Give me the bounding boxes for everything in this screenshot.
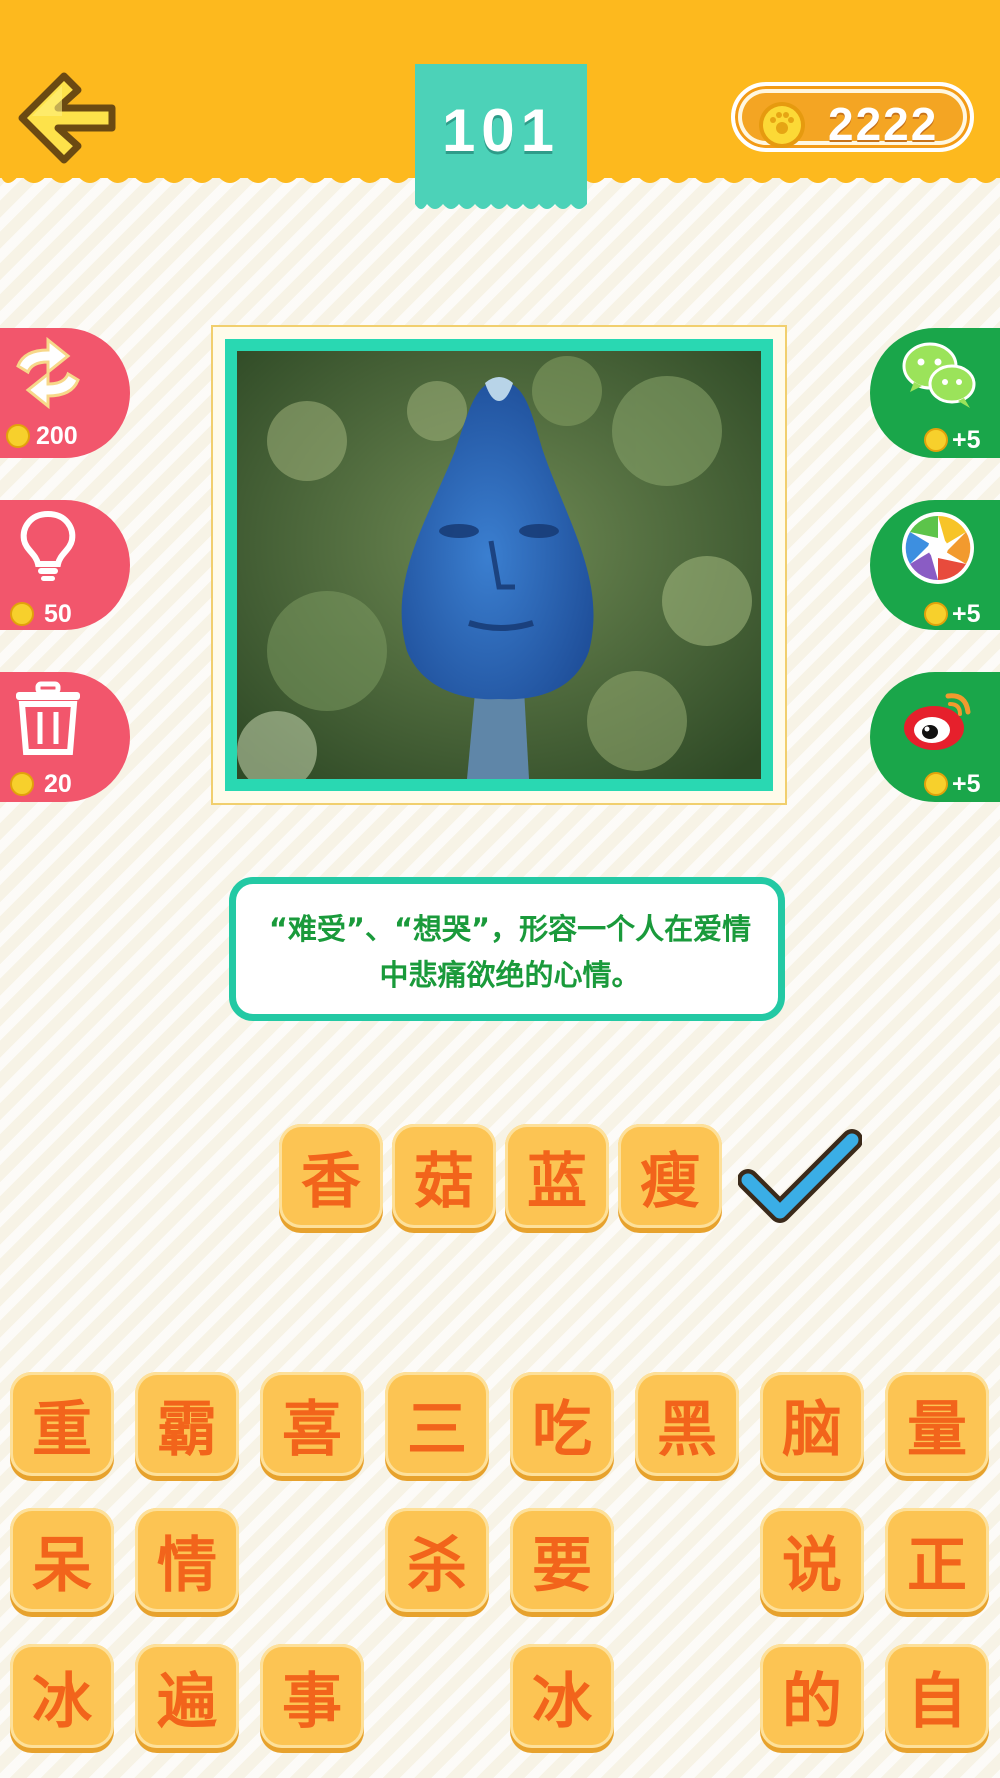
letter-tile[interactable]: 霸	[135, 1372, 239, 1476]
letter-tile[interactable]: 情	[135, 1508, 239, 1612]
wechat-reward: +5	[952, 426, 981, 454]
trash-icon	[16, 681, 80, 755]
answer-slot[interactable]: 瘦	[618, 1124, 722, 1228]
coin-icon	[924, 602, 948, 626]
letter-tile[interactable]: 事	[260, 1644, 364, 1748]
puzzle-image-frame	[211, 325, 787, 805]
answer-slot[interactable]: 菇	[392, 1124, 496, 1228]
moments-reward: +5	[952, 600, 981, 628]
coin-balance[interactable]: 2222	[731, 82, 974, 152]
coin-icon	[10, 602, 34, 626]
coin-pill-fill: 2222	[742, 93, 963, 150]
moments-aperture-icon	[902, 512, 974, 584]
remove-button[interactable]: 20	[0, 672, 130, 802]
hint-box: “难受”、“想哭”，形容一个人在爱情中悲痛欲绝的心情。	[229, 877, 785, 1021]
swap-arrows-icon	[16, 336, 80, 410]
letter-tile[interactable]: 脑	[760, 1372, 864, 1476]
share-wechat-button[interactable]: +5	[870, 328, 1000, 458]
letter-tile[interactable]: 要	[510, 1508, 614, 1612]
letter-tile[interactable]: 喜	[260, 1372, 364, 1476]
gold-coin-icon	[759, 102, 805, 148]
refresh-cost: 200	[36, 422, 78, 450]
checkmark-icon	[738, 1129, 862, 1223]
lightbulb-icon	[20, 510, 76, 581]
coin-icon	[924, 772, 948, 796]
puzzle-image	[237, 351, 761, 779]
hint-button[interactable]: 50	[0, 500, 130, 630]
remove-cost: 20	[44, 770, 72, 798]
letter-tile[interactable]: 杀	[385, 1508, 489, 1612]
arrow-left-icon	[18, 72, 116, 164]
hint-cost: 50	[44, 600, 72, 628]
letter-tile[interactable]: 三	[385, 1372, 489, 1476]
letter-tile[interactable]: 黑	[635, 1372, 739, 1476]
share-weibo-button[interactable]: +5	[870, 672, 1000, 802]
letter-tile[interactable]: 重	[10, 1372, 114, 1476]
answer-slot[interactable]: 香	[279, 1124, 383, 1228]
coin-icon	[6, 424, 30, 448]
puzzle-image-border	[225, 339, 773, 791]
letter-tile[interactable]: 冰	[10, 1644, 114, 1748]
weibo-reward: +5	[952, 770, 981, 798]
coin-icon	[10, 772, 34, 796]
letter-tile[interactable]: 呆	[10, 1508, 114, 1612]
back-button[interactable]	[18, 72, 118, 172]
letter-tile[interactable]: 的	[760, 1644, 864, 1748]
level-number: 101	[441, 97, 561, 164]
refresh-button[interactable]: 200	[0, 328, 130, 458]
letter-tile[interactable]: 冰	[510, 1644, 614, 1748]
coin-count: 2222	[828, 98, 939, 150]
answer-slot[interactable]: 蓝	[505, 1124, 609, 1228]
share-moments-button[interactable]: +5	[870, 500, 1000, 630]
letter-tile[interactable]: 量	[885, 1372, 989, 1476]
letter-tile[interactable]: 吃	[510, 1372, 614, 1476]
letter-tile[interactable]: 自	[885, 1644, 989, 1748]
weibo-icon	[904, 693, 971, 750]
wechat-icon	[902, 342, 976, 408]
letter-tile[interactable]: 遍	[135, 1644, 239, 1748]
hint-text: “难受”、“想哭”，形容一个人在爱情中悲痛欲绝的心情。	[268, 912, 752, 992]
coin-icon	[924, 428, 948, 452]
letter-tile[interactable]: 说	[760, 1508, 864, 1612]
letter-tile[interactable]: 正	[885, 1508, 989, 1612]
